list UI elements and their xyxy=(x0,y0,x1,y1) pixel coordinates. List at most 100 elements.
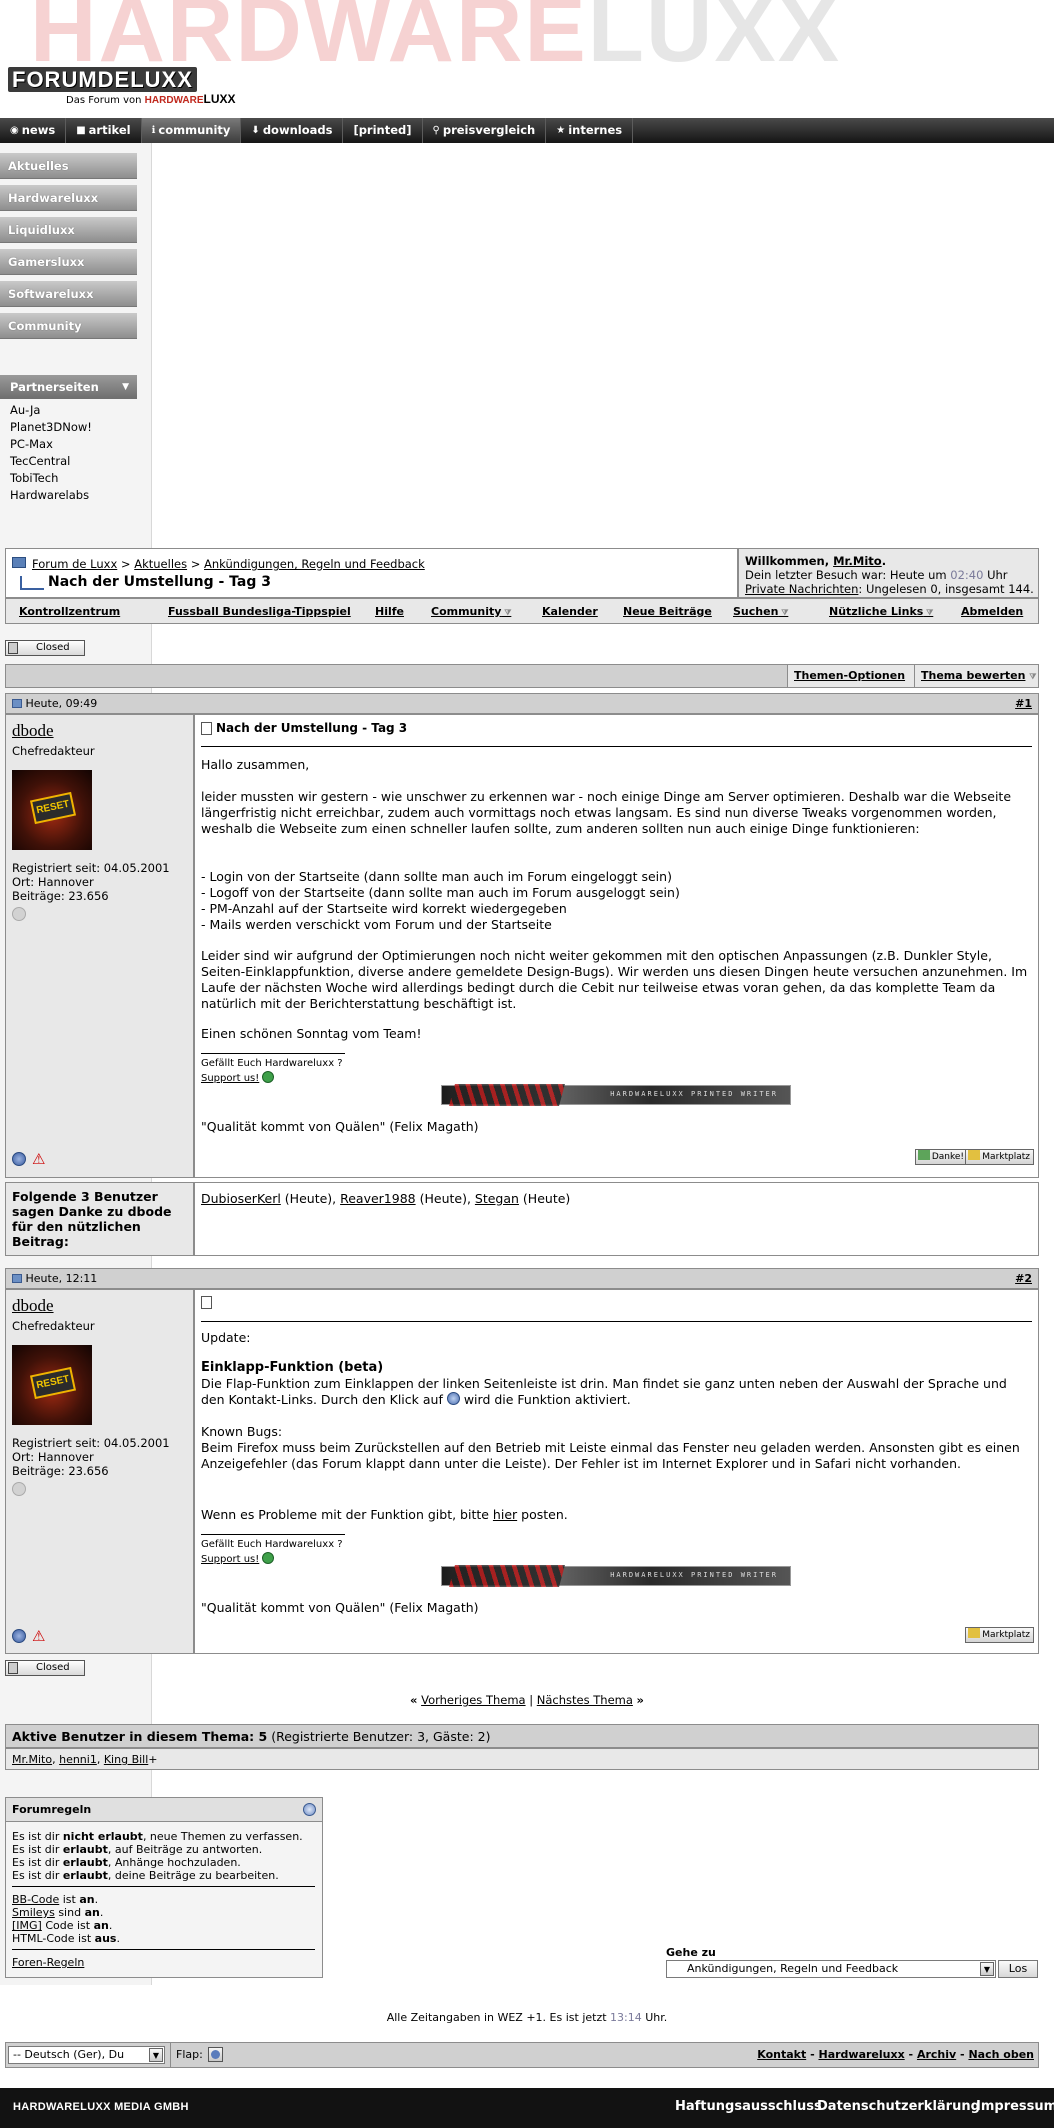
post-here-link[interactable]: hier xyxy=(493,1507,517,1522)
post-number-link[interactable]: #2 xyxy=(1015,1269,1032,1288)
post-title: Nach der Umstellung - Tag 3 xyxy=(201,721,407,735)
previous-thread-link[interactable]: Vorheriges Thema xyxy=(421,1693,525,1707)
welcome-user-link[interactable]: Mr.Mito xyxy=(833,554,882,568)
rate-thread-menu[interactable]: Thema bewerten ⧩ xyxy=(914,665,1038,687)
active-user-link[interactable]: henni1 xyxy=(59,1753,97,1766)
thread-navigation: « Vorheriges Thema | Nächstes Thema » xyxy=(410,1693,644,1707)
post-user-panel: dbode Chefredakteur RESET Registriert se… xyxy=(5,714,194,1178)
menu-arrow-icon: ⧩ xyxy=(778,608,789,617)
chevron-down-icon: ▼ xyxy=(980,1962,994,1976)
contact-link[interactable]: Kontakt xyxy=(757,2048,806,2061)
topnav-internes[interactable]: ★ internes xyxy=(546,118,634,143)
sidebar-item-community[interactable]: Community xyxy=(0,313,137,339)
navbar-item-n-tzliche-links[interactable]: Nützliche Links ⧩ xyxy=(829,605,933,618)
private-messages-link[interactable]: Private Nachrichten xyxy=(745,582,858,596)
forum-logo[interactable]: FORUMDELUXX Das Forum von HARDWARELUXX xyxy=(8,67,236,106)
sidebar-item-hardwareluxx[interactable]: Hardwareluxx xyxy=(0,185,137,211)
marketplace-button[interactable]: Marktplatz xyxy=(965,1627,1034,1643)
navbar-item-abmelden[interactable]: Abmelden xyxy=(961,605,1023,618)
topnav-artikel[interactable]: ■ artikel xyxy=(66,118,142,143)
post-number-link[interactable]: #1 xyxy=(1015,694,1032,713)
partner-link[interactable]: PC-Max xyxy=(10,437,53,451)
support-us-link[interactable]: Support us! xyxy=(201,1073,259,1084)
thread-closed-button[interactable]: Closed xyxy=(5,640,85,656)
bbcode-link[interactable]: BB-Code xyxy=(12,1893,59,1906)
forum-home-icon[interactable] xyxy=(12,557,26,568)
goto-label: Gehe zu xyxy=(666,1946,716,1959)
partner-link[interactable]: Hardwarelabs xyxy=(10,488,89,502)
post-text: Die Flap-Funktion zum Einklappen der lin… xyxy=(201,1376,1011,1407)
warning-icon[interactable]: ⚠ xyxy=(32,1150,45,1168)
handshake-icon xyxy=(968,1150,981,1160)
goto-button[interactable]: Los xyxy=(998,1960,1038,1978)
thanks-user-link[interactable]: DubioserKerl xyxy=(201,1191,281,1206)
avatar[interactable]: RESET xyxy=(12,1345,92,1425)
thanks-user-link[interactable]: Stegan xyxy=(475,1191,519,1206)
breadcrumb-subforum[interactable]: Ankündigungen, Regeln und Feedback xyxy=(204,557,425,571)
post-icon xyxy=(12,699,22,708)
page-title: Nach der Umstellung - Tag 3 xyxy=(48,574,272,590)
topnav-preisvergleich[interactable]: ⚲ preisvergleich xyxy=(423,118,547,143)
partner-sites-header[interactable]: Partnerseiten ▼ xyxy=(0,375,137,399)
topnav-community[interactable]: ℹ community xyxy=(141,118,242,143)
privacy-link[interactable]: Datenschutzerklärung xyxy=(817,2099,980,2114)
partner-link[interactable]: Planet3DNow! xyxy=(10,420,92,434)
breadcrumb-forum[interactable]: Forum de Luxx xyxy=(32,557,117,571)
post-date: Heute, 09:49 xyxy=(25,697,98,710)
sidebar-item-gamersluxx[interactable]: Gamersluxx xyxy=(0,249,137,275)
navbar-item-hilfe[interactable]: Hilfe xyxy=(375,605,404,618)
navbar-item-kalender[interactable]: Kalender xyxy=(542,605,598,618)
partner-link[interactable]: Au-Ja xyxy=(10,403,40,417)
marketplace-button[interactable]: Marktplatz xyxy=(965,1149,1034,1165)
signature-banner[interactable]: HARDWARELUXX PRINTED WRITER xyxy=(441,1565,791,1587)
navbar-item-suchen[interactable]: Suchen ⧩ xyxy=(733,605,788,618)
username-link[interactable]: dbode xyxy=(12,721,54,741)
topnav-downloads[interactable]: ⬇ downloads xyxy=(241,118,344,143)
avatar[interactable]: RESET xyxy=(12,770,92,850)
navbar-item-neue-beitr-ge[interactable]: Neue Beiträge xyxy=(623,605,712,618)
active-user-link[interactable]: Mr.Mito xyxy=(12,1753,52,1766)
warning-icon[interactable]: ⚠ xyxy=(32,1627,45,1645)
hardwareluxx-link[interactable]: Hardwareluxx xyxy=(818,2048,904,2061)
imprint-link[interactable]: Impressum xyxy=(976,2099,1054,2114)
report-post-icon[interactable] xyxy=(12,1629,26,1643)
next-thread-link[interactable]: Nächstes Thema xyxy=(537,1693,633,1707)
disclaimer-link[interactable]: Haftungsausschluss xyxy=(675,2099,822,2114)
active-user-link[interactable]: King Bill xyxy=(104,1753,148,1766)
archive-link[interactable]: Archiv xyxy=(917,2048,956,2061)
collapse-icon[interactable] xyxy=(303,1803,316,1816)
navbar-item-fussball-bundesliga-tippspiel[interactable]: Fussball Bundesliga-Tippspiel xyxy=(168,605,351,618)
topnav-printed[interactable]: [printed] xyxy=(343,118,423,143)
smileys-link[interactable]: Smileys xyxy=(12,1906,55,1919)
support-us-link[interactable]: Support us! xyxy=(201,1554,259,1565)
sidebar-item-liquidluxx[interactable]: Liquidluxx xyxy=(0,217,137,243)
partner-link[interactable]: TecCentral xyxy=(10,454,70,468)
report-post-icon[interactable] xyxy=(12,1152,26,1166)
menu-arrow-icon: ⧩ xyxy=(923,608,934,617)
thanks-user-link[interactable]: Reaver1988 xyxy=(340,1191,416,1206)
forum-jump-select[interactable]: Ankündigungen, Regeln und Feedback ▼ xyxy=(666,1960,996,1978)
breadcrumb-aktuelles[interactable]: Aktuelles xyxy=(134,557,187,571)
active-users-header: Aktive Benutzer in diesem Thema: 5 (Regi… xyxy=(5,1724,1039,1748)
sidebar-item-softwareluxx[interactable]: Softwareluxx xyxy=(0,281,137,307)
topnav-news[interactable]: ◉ news xyxy=(0,118,67,143)
signature-banner[interactable]: HARDWARELUXX PRINTED WRITER xyxy=(441,1084,791,1106)
language-select[interactable]: -- Deutsch (Ger), Du ▼ xyxy=(8,2046,165,2064)
post-user-panel: dbode Chefredakteur RESET Registriert se… xyxy=(5,1289,194,1654)
forum-rules-link[interactable]: Foren-Regeln xyxy=(12,1956,84,1969)
thread-options-menu[interactable]: Themen-Optionen ⧩ xyxy=(787,665,914,703)
site-header: HARDWARELUXX FORUMDELUXX Das Forum von H… xyxy=(0,0,1054,118)
signature-quote: "Qualität kommt von Quälen" (Felix Magat… xyxy=(201,1119,479,1134)
back-to-top-link[interactable]: Nach oben xyxy=(968,2048,1034,2061)
navbar-item-kontrollzentrum[interactable]: Kontrollzentrum xyxy=(19,605,120,618)
flap-toggle-icon[interactable] xyxy=(208,2047,223,2062)
thanks-button[interactable]: Danke! xyxy=(914,1149,968,1165)
welcome-box: Willkommen, Mr.Mito. Dein letzter Besuch… xyxy=(738,548,1039,598)
user-postcount: Beiträge: 23.656 xyxy=(12,1464,109,1478)
partner-link[interactable]: TobiTech xyxy=(10,471,58,485)
thread-closed-button[interactable]: Closed xyxy=(5,1660,85,1676)
img-code-link[interactable]: [IMG] xyxy=(12,1919,42,1932)
username-link[interactable]: dbode xyxy=(12,1296,54,1316)
navbar-item-community[interactable]: Community ⧩ xyxy=(431,605,511,618)
sidebar-item-aktuelles[interactable]: Aktuelles xyxy=(0,153,137,179)
